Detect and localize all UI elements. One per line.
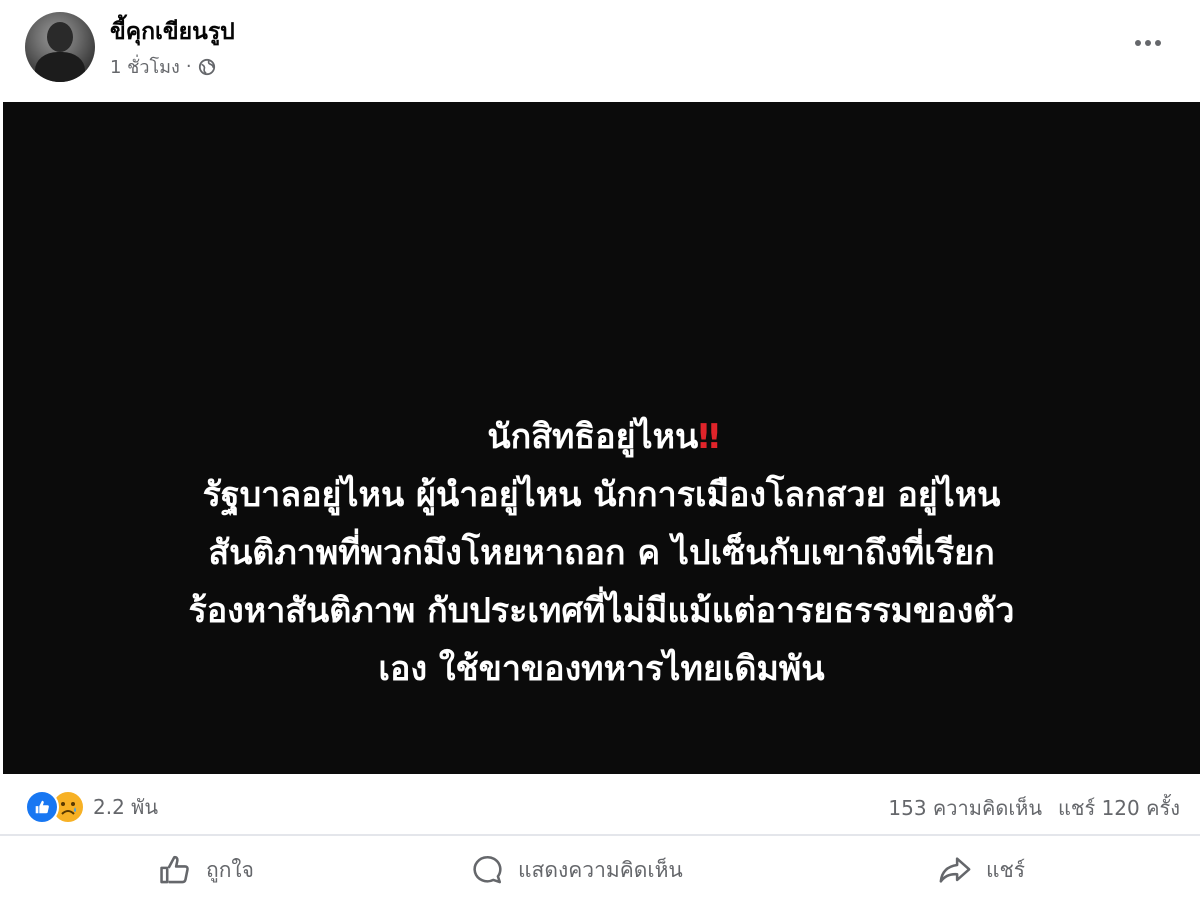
comment-button[interactable]: แสดงความคิดเห็น: [470, 850, 683, 890]
meta-separator: ·: [185, 56, 192, 77]
comment-icon: [473, 855, 502, 884]
more-options-icon[interactable]: [1128, 28, 1168, 58]
reaction-count[interactable]: 2.2 พัน: [93, 791, 158, 823]
post-image[interactable]: นักสิทธิอยู่ไหน‼ รัฐบาลอยู่ไหน ผู้นำอยู่…: [3, 102, 1200, 774]
image-text-line-3: สันติภาพที่พวกมึงโหยหาถอก ค ไปเซ็นกับเขา…: [208, 533, 995, 573]
comment-count[interactable]: 153 ความคิดเห็น: [888, 792, 1042, 824]
image-text: นักสิทธิอยู่ไหน‼ รัฐบาลอยู่ไหน ผู้นำอยู่…: [3, 408, 1200, 698]
comment-label: แสดงความคิดเห็น: [518, 857, 683, 882]
image-text-line-5: เอง ใช้ขาของทหารไทยเดิมพัน: [378, 649, 825, 689]
post-header: ขี้คุกเขียนรูป 1 ชั่วโมง ·: [0, 0, 1200, 102]
share-label: แชร์: [986, 857, 1026, 882]
image-text-line-2: รัฐบาลอยู่ไหน ผู้นำอยู่ไหน นักการเมืองโล…: [202, 475, 1001, 515]
post-meta: 1 ชั่วโมง ·: [110, 52, 216, 81]
share-icon: [939, 857, 971, 883]
like-reaction-icon: [25, 790, 59, 824]
like-label: ถูกใจ: [206, 857, 254, 882]
engagement-counts: 153 ความคิดเห็น แชร์ 120 ครั้ง: [888, 792, 1180, 824]
post-stats: 2.2 พัน 153 ความคิดเห็น แชร์ 120 ครั้ง: [0, 774, 1200, 836]
thumbs-up-icon: [160, 855, 189, 884]
avatar[interactable]: [25, 12, 95, 82]
post-time[interactable]: 1 ชั่วโมง: [110, 52, 180, 81]
author-name[interactable]: ขี้คุกเขียนรูป: [110, 14, 235, 50]
like-button[interactable]: ถูกใจ: [158, 850, 254, 890]
image-text-line-4: ร้องหาสันติภาพ กับประเทศที่ไม่มีแม้แต่อา…: [188, 591, 1015, 631]
reactions-summary[interactable]: 2.2 พัน: [25, 790, 158, 824]
action-bar: ถูกใจ แสดงความคิดเห็น แชร์: [0, 836, 1200, 904]
globe-icon: [198, 58, 215, 75]
share-button[interactable]: แชร์: [938, 850, 1025, 890]
share-count[interactable]: แชร์ 120 ครั้ง: [1058, 792, 1180, 824]
image-text-line-1: นักสิทธิอยู่ไหน‼: [487, 417, 719, 457]
double-exclamation-icon: ‼: [698, 417, 719, 457]
